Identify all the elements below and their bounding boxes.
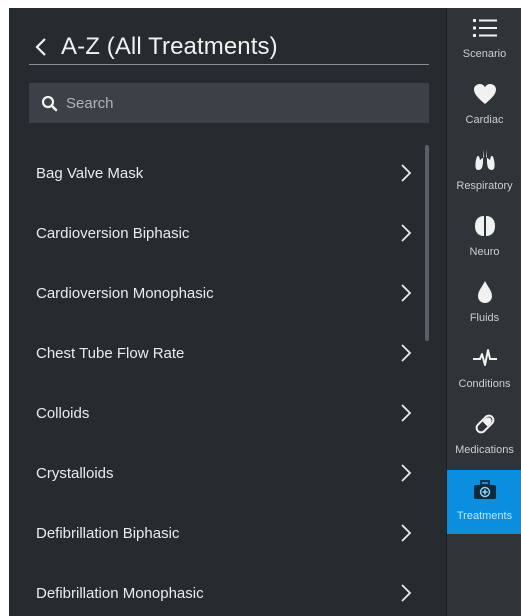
chevron-right-icon — [401, 284, 412, 302]
list-item-label: Cardioversion Monophasic — [36, 284, 214, 302]
left-edge — [0, 0, 9, 616]
chevron-right-icon — [401, 524, 412, 542]
list-item-label: Cardioversion Biphasic — [36, 224, 190, 242]
drop-icon — [447, 280, 521, 304]
sidebar-item-scenario[interactable]: Scenario — [447, 8, 521, 72]
sidebar-item-label: Treatments — [456, 510, 513, 522]
list-item-label: Defibrillation Monophasic — [36, 584, 204, 602]
page-title: A-Z (All Treatments) — [61, 33, 278, 60]
back-button[interactable] — [29, 33, 53, 61]
list-scrollbar[interactable] — [425, 145, 429, 341]
sidebar-item-label: Neuro — [469, 246, 500, 258]
list-item[interactable]: Bag Valve Mask — [9, 144, 446, 202]
chevron-right-icon — [401, 404, 412, 422]
app-frame: A-Z (All Treatments) Bag Valve Mask Card… — [0, 0, 521, 616]
list-icon — [447, 16, 521, 40]
list-item[interactable]: Cardioversion Monophasic — [9, 264, 446, 322]
sidebar-item-label: Medications — [455, 444, 514, 456]
search-icon — [40, 94, 58, 112]
pulse-icon — [447, 346, 521, 370]
list-item-label: Defibrillation Biphasic — [36, 524, 180, 542]
top-strip — [0, 0, 521, 8]
list-item[interactable]: Cardioversion Biphasic — [9, 204, 446, 262]
chevron-right-icon — [401, 164, 412, 182]
sidebar-item-cardiac[interactable]: Cardiac — [447, 74, 521, 138]
sidebar-item-label: Conditions — [458, 378, 511, 390]
list-item[interactable]: Defibrillation Biphasic — [9, 504, 446, 562]
chevron-right-icon — [401, 344, 412, 362]
search-input[interactable] — [66, 94, 396, 112]
page-header: A-Z (All Treatments) — [29, 30, 429, 65]
heart-icon — [447, 82, 521, 106]
pill-icon — [447, 412, 521, 436]
chevron-right-icon — [401, 584, 412, 602]
treatment-list: Bag Valve Mask Cardioversion Biphasic Ca… — [9, 144, 446, 616]
list-item[interactable]: Colloids — [9, 384, 446, 442]
sidebar-item-conditions[interactable]: Conditions — [447, 338, 521, 402]
sidebar-item-fluids[interactable]: Fluids — [447, 272, 521, 336]
lungs-icon — [447, 148, 521, 172]
brain-icon — [447, 214, 521, 238]
list-item-label: Colloids — [36, 404, 90, 422]
list-item-label: Crystalloids — [36, 464, 114, 482]
chevron-right-icon — [401, 464, 412, 482]
list-item[interactable]: Crystalloids — [9, 444, 446, 502]
sidebar-item-label: Scenario — [462, 48, 507, 60]
treatments-panel: A-Z (All Treatments) Bag Valve Mask Card… — [9, 8, 446, 616]
list-item-label: Bag Valve Mask — [36, 164, 144, 182]
chevron-right-icon — [401, 224, 412, 242]
sidebar-item-medications[interactable]: Medications — [447, 404, 521, 468]
search-bar[interactable] — [29, 83, 429, 123]
sidebar-item-treatments[interactable]: Treatments — [447, 470, 521, 534]
category-sidebar: Scenario Cardiac Respiratory Neuro Fluid… — [446, 8, 521, 616]
medkit-icon — [447, 478, 521, 502]
list-item[interactable]: Chest Tube Flow Rate — [9, 324, 446, 382]
sidebar-item-label: Cardiac — [465, 114, 504, 126]
chevron-left-icon[interactable] — [34, 37, 48, 57]
list-item[interactable]: Defibrillation Monophasic — [9, 564, 446, 616]
sidebar-item-neuro[interactable]: Neuro — [447, 206, 521, 270]
sidebar-item-label: Fluids — [469, 312, 500, 324]
sidebar-item-label: Respiratory — [456, 180, 513, 192]
list-item-label: Chest Tube Flow Rate — [36, 344, 185, 362]
sidebar-item-respiratory[interactable]: Respiratory — [447, 140, 521, 204]
